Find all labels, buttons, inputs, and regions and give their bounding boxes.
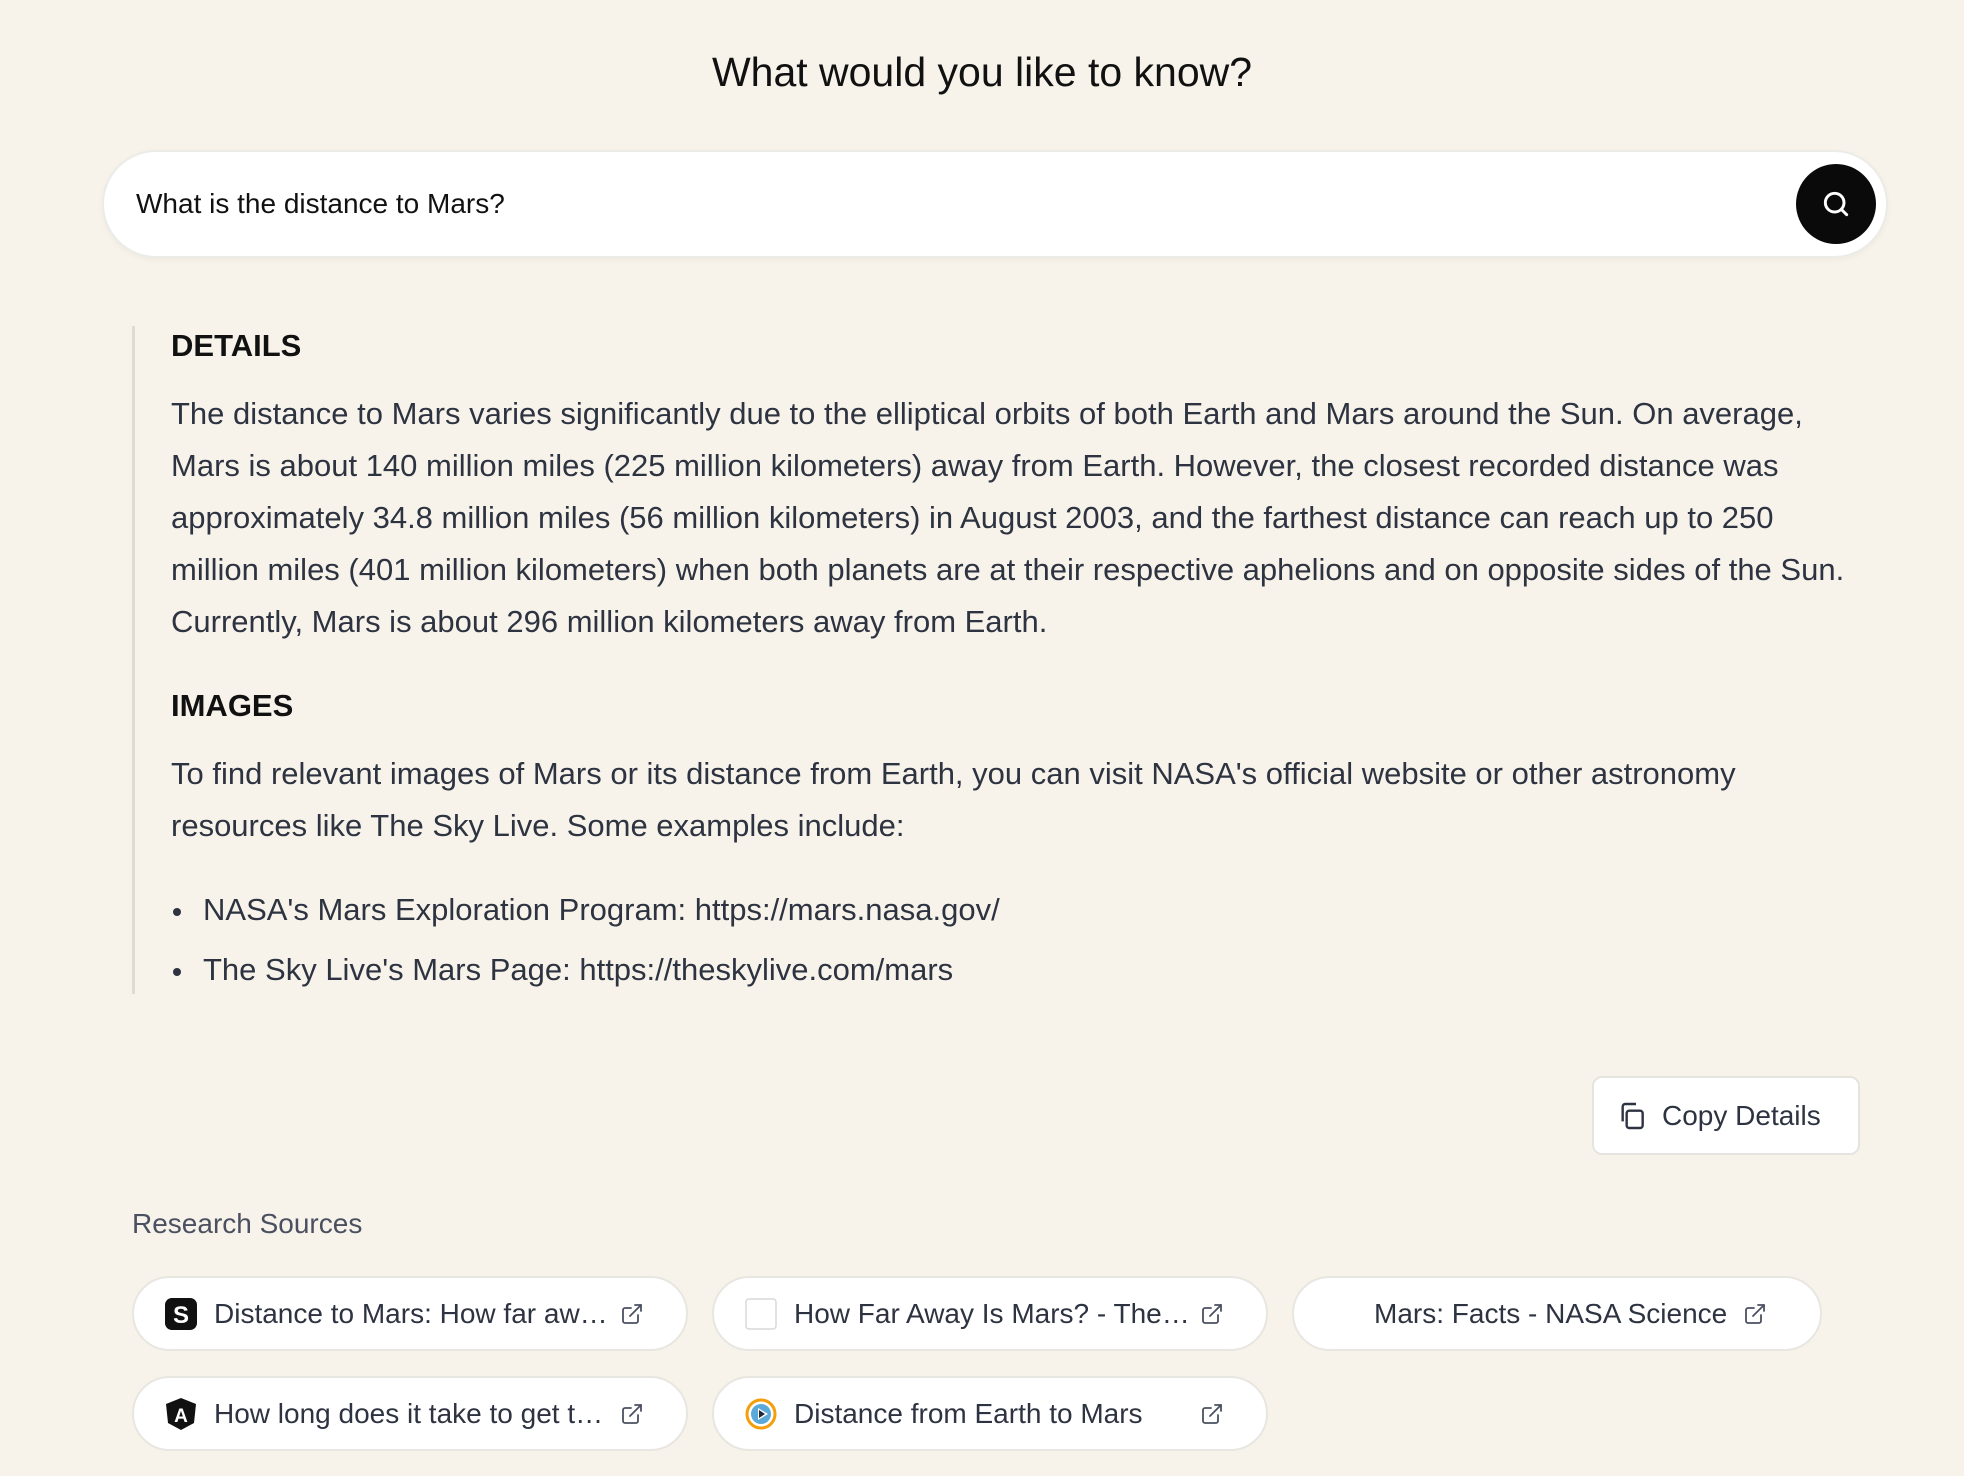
- source-chip[interactable]: S Distance to Mars: How far away is Mars…: [132, 1276, 688, 1351]
- play-circle-logo-icon: [744, 1397, 778, 1431]
- source-chip-label: Distance to Mars: How far away is Mars?: [214, 1297, 612, 1329]
- s-logo-icon: S: [164, 1297, 198, 1331]
- search-bar: [102, 150, 1888, 258]
- source-chip-label: How Far Away Is Mars? - The Planets: [794, 1297, 1192, 1329]
- blank-favicon-icon: [744, 1297, 778, 1331]
- answer-panel: DETAILS The distance to Mars varies sign…: [132, 326, 1862, 994]
- svg-text:S: S: [173, 1302, 189, 1329]
- source-chip-label: How long does it take to get to Mars?: [214, 1397, 612, 1429]
- svg-text:A: A: [174, 1406, 188, 1427]
- external-link-icon: [622, 1303, 642, 1324]
- images-heading: IMAGES: [171, 688, 294, 723]
- source-chip[interactable]: How Far Away Is Mars? - The Planets: [712, 1276, 1268, 1351]
- research-sources-heading: Research Sources: [132, 1208, 363, 1239]
- source-chip-label: Distance from Earth to Mars: [794, 1397, 1143, 1429]
- page-title: What would you like to know?: [711, 49, 1253, 95]
- details-text: The distance to Mars varies significantl…: [171, 396, 1845, 639]
- copy-details-label: Copy Details: [1662, 1099, 1821, 1131]
- images-text: To find relevant images of Mars or its d…: [171, 756, 1736, 843]
- search-icon: [1823, 191, 1849, 217]
- search-input[interactable]: [136, 182, 1736, 226]
- a-shield-logo-icon: A: [164, 1397, 198, 1431]
- search-button[interactable]: [1796, 164, 1876, 244]
- source-chip[interactable]: A How long does it take to get to Mars?: [132, 1376, 688, 1451]
- details-heading: DETAILS: [171, 328, 302, 363]
- external-link-icon: [1202, 1403, 1222, 1424]
- source-chip[interactable]: Mars: Facts - NASA Science: [1292, 1276, 1822, 1351]
- image-links-list: NASA's Mars Exploration Program: https:/…: [171, 880, 1000, 1000]
- source-chip[interactable]: Distance from Earth to Mars: [712, 1376, 1268, 1451]
- copy-icon: [1621, 1102, 1644, 1129]
- copy-details-button[interactable]: Copy Details: [1592, 1076, 1860, 1155]
- external-link-icon: [622, 1403, 642, 1424]
- list-item: NASA's Mars Exploration Program: https:/…: [171, 880, 1000, 940]
- external-link-icon: [1745, 1303, 1766, 1324]
- source-chip-label: Mars: Facts - NASA Science: [1374, 1297, 1728, 1329]
- external-link-icon: [1202, 1303, 1222, 1324]
- list-item: The Sky Live's Mars Page: https://thesky…: [171, 940, 1000, 1000]
